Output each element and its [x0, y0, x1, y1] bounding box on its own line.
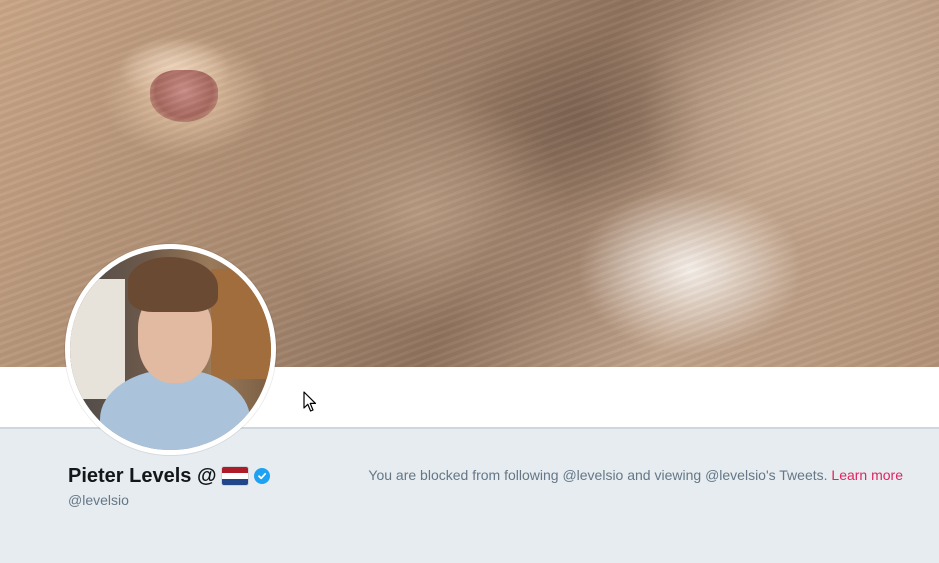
profile-name-row: Pieter Levels @	[68, 463, 271, 489]
mouse-cursor-icon	[303, 391, 317, 412]
profile-display-name[interactable]: Pieter Levels @	[68, 465, 216, 488]
avatar-background-left	[70, 279, 125, 399]
blocked-notice: You are blocked from following @levelsio…	[368, 467, 903, 483]
learn-more-link[interactable]: Learn more	[831, 467, 903, 483]
netherlands-flag-icon	[222, 467, 249, 485]
profile-handle[interactable]: @levelsio	[68, 492, 129, 508]
avatar-hair	[128, 257, 218, 312]
verified-badge-icon	[254, 468, 271, 484]
blocked-notice-text: You are blocked from following @levelsio…	[368, 467, 828, 483]
avatar-background-right	[211, 269, 271, 379]
profile-avatar[interactable]	[65, 244, 276, 455]
profile-page: Pieter Levels @ @levelsio You are blocke…	[0, 0, 939, 563]
